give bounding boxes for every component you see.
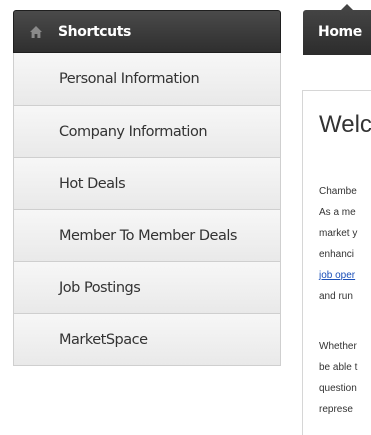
- sidebar-item-hot-deals[interactable]: Hot Deals: [13, 158, 281, 210]
- sidebar-item-label: Member To Member Deals: [59, 227, 237, 244]
- home-icon: [29, 25, 43, 39]
- sidebar-header-shortcuts[interactable]: Shortcuts: [13, 10, 281, 53]
- body-text-line: represe: [319, 404, 353, 415]
- body-text-line: Chambe: [319, 186, 357, 197]
- sidebar-item-label: Company Information: [59, 123, 208, 140]
- body-text-line: question: [319, 383, 357, 394]
- page: Shortcuts Personal Information Company I…: [0, 0, 371, 435]
- content-body: Chambe As a me market y enhanci job oper…: [319, 181, 371, 420]
- sidebar-item-label: MarketSpace: [59, 331, 148, 348]
- body-text-line: market y: [319, 228, 358, 239]
- job-openings-link[interactable]: job oper: [319, 265, 371, 286]
- content-panel: Welc Chambe As a me market y enhanci job…: [302, 90, 371, 435]
- sidebar-item-company-information[interactable]: Company Information: [13, 106, 281, 158]
- sidebar-item-job-postings[interactable]: Job Postings: [13, 262, 281, 314]
- sidebar-item-label: Personal Information: [59, 71, 200, 87]
- sidebar-item-personal-information[interactable]: Personal Information: [13, 53, 281, 106]
- sidebar-item-marketspace[interactable]: MarketSpace: [13, 314, 281, 366]
- body-text-line: and run: [319, 291, 353, 302]
- body-text-line: enhanci: [319, 249, 355, 260]
- tab-home[interactable]: Home: [303, 4, 371, 55]
- page-title: Welc: [319, 111, 371, 138]
- body-text-line: be able t: [319, 362, 358, 373]
- sidebar-list: Personal Information Company Information…: [13, 53, 281, 366]
- sidebar-item-member-to-member-deals[interactable]: Member To Member Deals: [13, 210, 281, 262]
- sidebar-item-label: Hot Deals: [59, 175, 126, 192]
- sidebar-header-label: Shortcuts: [58, 23, 131, 40]
- body-text-line: As a me: [319, 207, 356, 218]
- sidebar: Shortcuts Personal Information Company I…: [13, 10, 281, 366]
- body-text-line: Whether: [319, 341, 357, 352]
- sidebar-item-label: Job Postings: [59, 279, 141, 296]
